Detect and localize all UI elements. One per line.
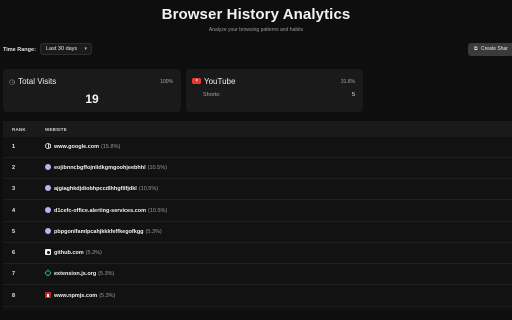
row-rank: 7	[12, 271, 16, 277]
time-range-value: Last 30 days	[46, 46, 78, 52]
table-row[interactable]: 4 d1cefc-office.alerting-services.com (10…	[3, 201, 512, 222]
time-range-label: Time Range:	[3, 47, 36, 53]
row-rank: 3	[12, 186, 16, 192]
table-row[interactable]: 1 www.google.com (15.8%)	[3, 137, 512, 158]
create-share-button[interactable]: ⧉ Create Shar	[468, 43, 512, 56]
row-share: (5.3%)	[99, 293, 116, 299]
row-rank: 5	[12, 229, 16, 235]
row-rank: 1	[12, 144, 16, 150]
page-subtitle: Analyze your browsing patterns and habit…	[208, 27, 304, 33]
globe-icon	[45, 143, 51, 149]
row-rank: 8	[12, 293, 16, 299]
youtube-icon	[192, 78, 201, 84]
table-row[interactable]: 3 ajgiaghkdjdiobhpccdlhhgfilfjdkl (10.5%)	[3, 179, 512, 200]
page-title: Browser History Analytics	[161, 6, 351, 23]
row-domain: github.com	[54, 250, 84, 256]
row-rank: 4	[12, 208, 16, 214]
row-domain: d1cefc-office.alerting-services.com	[54, 208, 147, 214]
table-header: RANK WEBSITE	[3, 121, 512, 137]
row-domain: ajgiaghkdjdiobhpccdlhhgfilfjdkl	[54, 186, 137, 192]
clock-icon: ◷	[9, 79, 16, 86]
top-websites-table: RANK WEBSITE 1 www.google.com (15.8%) 2 e…	[3, 121, 512, 311]
row-domain: www.google.com	[54, 144, 100, 150]
table-row[interactable]: 5 pbpgonlfamlpcahjkkkfeffkegofkgg (5.3%)	[3, 222, 512, 243]
row-share: (15.8%)	[101, 144, 121, 150]
row-website: github.com (5.3%)	[45, 249, 102, 256]
chevron-down-icon: ▾	[84, 46, 87, 52]
table-row[interactable]: 8 www.npmjs.com (5.3%)	[3, 286, 512, 307]
row-website: pbpgonlfamlpcahjkkkfeffkegofkgg (5.3%)	[45, 228, 162, 235]
extension-icon	[45, 228, 51, 234]
row-share: (5.3%)	[98, 271, 115, 277]
youtube-card: YouTube 31.6% Shorts: 5	[186, 69, 363, 112]
row-domain: www.npmjs.com	[54, 293, 98, 299]
row-website: ajgiaghkdjdiobhpccdlhhgfilfjdkl (10.5%)	[45, 185, 158, 192]
row-rank: 2	[12, 165, 16, 171]
row-domain: extension.js.org	[54, 271, 97, 277]
row-website: d1cefc-office.alerting-services.com (10.5…	[45, 207, 167, 214]
row-website: www.google.com (15.8%)	[45, 143, 120, 150]
row-share: (10.5%)	[138, 186, 159, 192]
row-website: extension.js.org (5.3%)	[44, 269, 115, 277]
row-share: (5.3%)	[85, 250, 102, 256]
youtube-percent: 31.6%	[340, 79, 355, 85]
row-share: (5.3%)	[145, 229, 162, 235]
table-row[interactable]: 6 github.com (5.3%)	[3, 243, 512, 264]
row-domain: eojibnncbgffojnlidkgmgoohjeebhhl	[54, 165, 146, 171]
time-range-select[interactable]: Last 30 days ▾	[40, 43, 92, 55]
table-row[interactable]: 7 extension.js.org (5.3%)	[3, 264, 512, 285]
create-share-button-label: Create Shar	[480, 46, 508, 52]
github-icon	[45, 249, 51, 255]
shorts-value: 5	[351, 92, 355, 98]
table-row[interactable]: 2 eojibnncbgffojnlidkgmgoohjeebhhl (10.5%…	[3, 158, 512, 179]
share-icon: ⧉	[474, 46, 478, 52]
extensionjs-icon	[44, 269, 52, 277]
total-visits-label: Total Visits	[18, 77, 57, 86]
youtube-label: YouTube	[204, 77, 236, 86]
rank-column-header: RANK	[12, 127, 26, 132]
total-visits-percent: 100%	[160, 79, 173, 85]
row-share: (10.5%)	[148, 208, 168, 214]
shorts-label: Shorts:	[203, 92, 221, 98]
website-column-header: WEBSITE	[45, 127, 67, 132]
row-rank: 6	[12, 250, 16, 256]
total-visits-card: ◷ Total Visits 100% 19	[3, 69, 181, 112]
youtube-header: YouTube	[192, 77, 235, 86]
npm-icon	[45, 292, 51, 298]
total-visits-value: 19	[85, 92, 99, 106]
row-website: eojibnncbgffojnlidkgmgoohjeebhhl (10.5%)	[45, 164, 167, 171]
extension-icon	[45, 164, 51, 170]
row-share: (10.5%)	[147, 165, 167, 171]
total-visits-header: ◷ Total Visits	[9, 77, 56, 86]
row-website: www.npmjs.com (5.3%)	[45, 292, 115, 299]
extension-icon	[45, 207, 51, 213]
extension-icon	[45, 185, 51, 191]
row-domain: pbpgonlfamlpcahjkkkfeffkegofkgg	[54, 229, 144, 235]
